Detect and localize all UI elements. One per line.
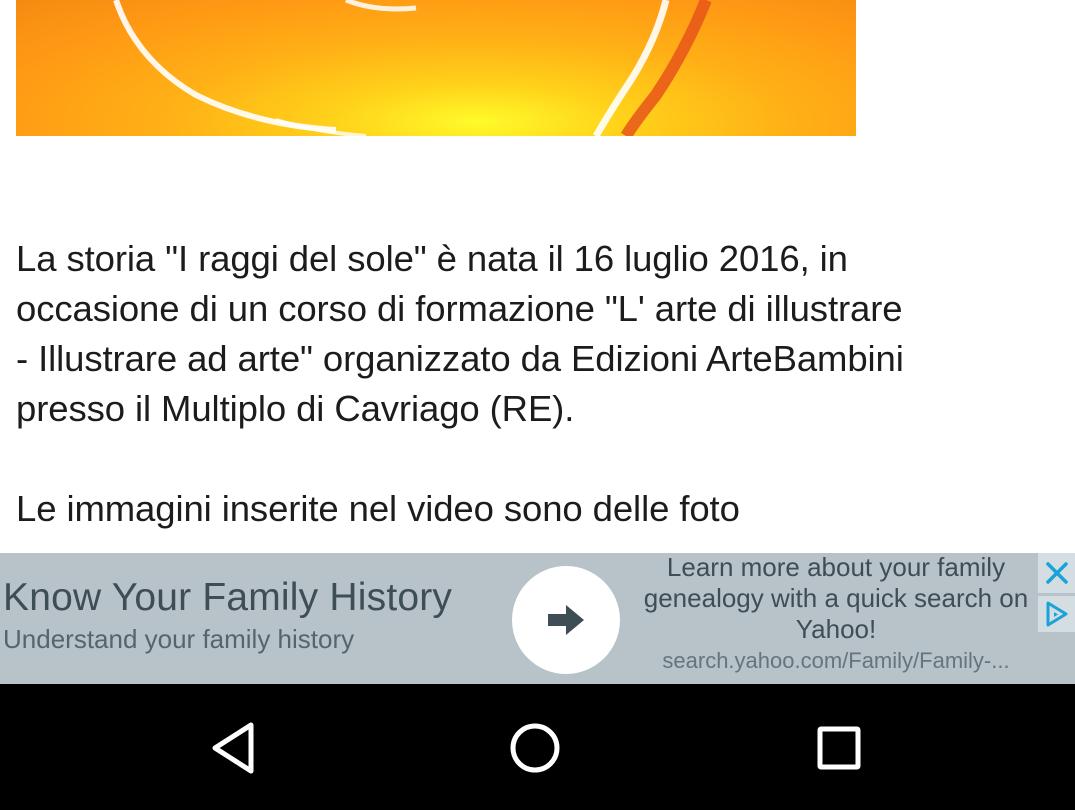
recents-square-icon (817, 726, 861, 770)
ad-subline[interactable]: Understand your family history (3, 624, 354, 655)
article-image (16, 0, 856, 136)
ad-close-button[interactable] (1038, 553, 1075, 593)
arrow-right-icon (548, 605, 584, 635)
home-circle-icon (510, 723, 560, 773)
article-paragraph: Le immagini inserite nel video sono dell… (16, 488, 740, 529)
home-button[interactable] (505, 718, 565, 778)
ad-cta-button[interactable] (512, 566, 620, 674)
back-button[interactable] (202, 718, 262, 778)
sun-rays-illustration (113, 0, 712, 136)
article-paragraph: La storia "I raggi del sole" è nata il 1… (16, 238, 904, 429)
ad-headline[interactable]: Know Your Family History (3, 576, 452, 620)
close-icon (1045, 562, 1068, 584)
ad-description[interactable]: Learn more about your family genealogy w… (624, 552, 1048, 645)
adchoices-icon (1046, 601, 1067, 627)
adchoices-button[interactable] (1038, 596, 1075, 632)
article-body: La storia "I raggi del sole" è nata il 1… (16, 234, 1061, 584)
screen: La storia "I raggi del sole" è nata il 1… (0, 0, 1075, 810)
recents-button[interactable] (809, 718, 869, 778)
back-triangle-icon (212, 722, 254, 774)
ad-url[interactable]: search.yahoo.com/Family/Family-... (624, 648, 1048, 674)
